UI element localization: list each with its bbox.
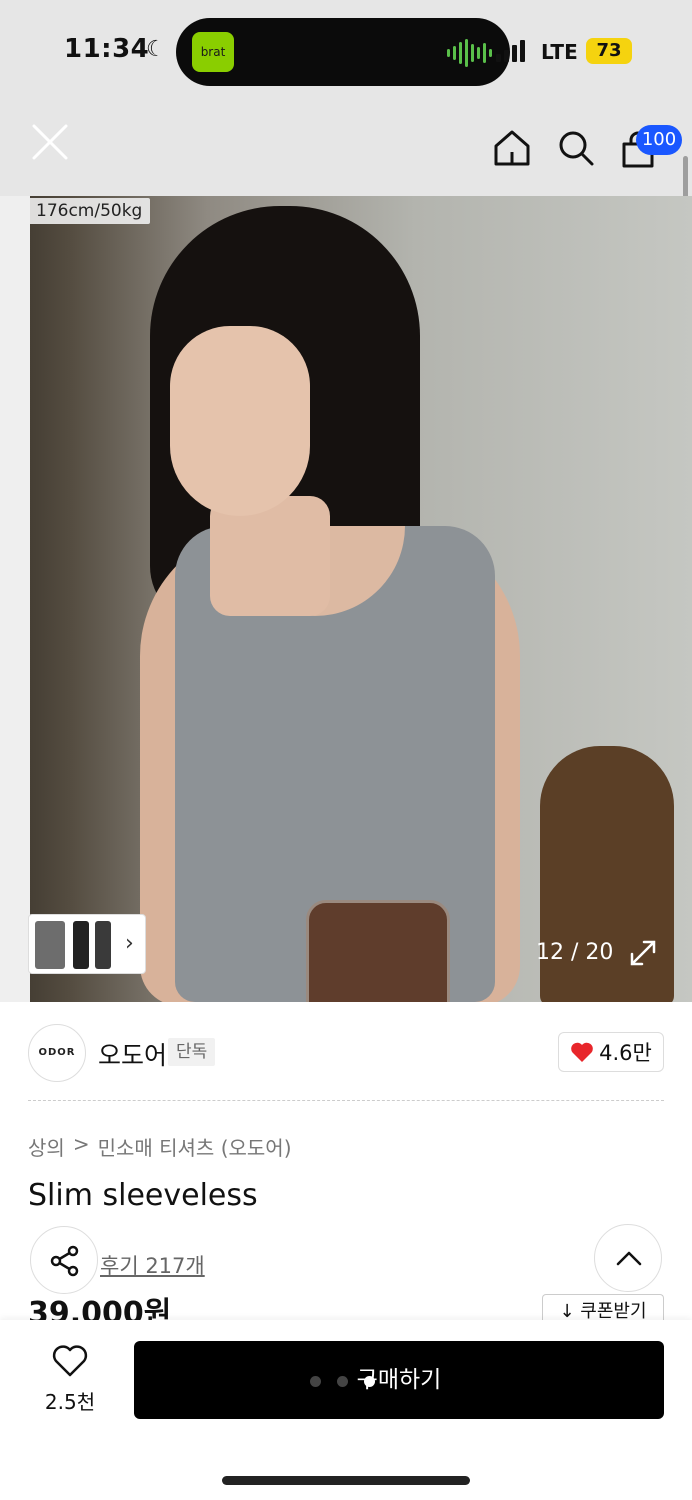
- chevron-right-icon[interactable]: ›: [125, 931, 134, 956]
- loading-dot: [364, 1376, 375, 1387]
- breadcrumb-separator: >: [72, 1132, 90, 1156]
- share-button[interactable]: [30, 1226, 98, 1294]
- search-icon[interactable]: [556, 128, 596, 168]
- product-title: Slim sleeveless: [28, 1178, 258, 1213]
- brand-like-button[interactable]: 4.6만: [558, 1032, 664, 1072]
- home-indicator[interactable]: [222, 1476, 470, 1485]
- thumbnail[interactable]: [35, 921, 65, 969]
- now-playing-app-icon: brat: [192, 32, 234, 72]
- cellular-signal-icon: [496, 40, 525, 62]
- review-link[interactable]: 후기 217개: [100, 1250, 205, 1280]
- brand-name[interactable]: 오도어: [98, 1036, 167, 1072]
- thumbnail[interactable]: [73, 921, 89, 969]
- top-navigation: 100: [0, 100, 692, 196]
- wishlist-count: 2.5천: [44, 1390, 96, 1414]
- loading-indicator: [310, 1376, 375, 1387]
- close-icon[interactable]: [30, 122, 70, 162]
- moon-icon: ☾: [146, 37, 166, 62]
- model-size-tag: 176cm/50kg: [28, 198, 151, 224]
- scroll-top-button[interactable]: [594, 1224, 662, 1292]
- product-price: 39,000원: [28, 1296, 172, 1320]
- dynamic-island[interactable]: brat: [176, 18, 510, 86]
- exclusive-badge: 단독: [168, 1038, 216, 1066]
- status-time: 11:34: [64, 34, 150, 64]
- audio-waveform-icon: [447, 38, 492, 68]
- loading-dot: [337, 1376, 348, 1387]
- image-counter: 12 / 20: [536, 940, 614, 965]
- home-icon[interactable]: [492, 128, 532, 168]
- chevron-up-icon: [616, 1251, 642, 1266]
- heart-outline-icon[interactable]: [52, 1344, 88, 1378]
- status-bar: 11:34 ☾ brat LTE 73: [0, 0, 692, 100]
- buy-button[interactable]: 구매하기: [134, 1341, 664, 1419]
- thumbnail[interactable]: [95, 921, 111, 969]
- battery-indicator: 73: [586, 38, 632, 64]
- brand-like-count: 4.6만: [599, 1041, 652, 1065]
- divider: [28, 1100, 664, 1101]
- heart-icon: [571, 1042, 593, 1062]
- share-icon: [50, 1245, 79, 1277]
- brand-logo[interactable]: ODOR: [28, 1024, 86, 1082]
- breadcrumb: 상의 > 민소매 티셔츠 (오도어): [28, 1132, 292, 1161]
- breadcrumb-subcategory[interactable]: 민소매 티셔츠 (오도어): [98, 1132, 292, 1161]
- product-image[interactable]: [0, 196, 692, 1002]
- breadcrumb-category[interactable]: 상의: [28, 1132, 65, 1161]
- network-type: LTE: [541, 40, 578, 64]
- loading-dot: [310, 1376, 321, 1387]
- cart-count-badge: 100: [636, 125, 682, 155]
- expand-icon[interactable]: [628, 938, 658, 968]
- thumbnail-strip[interactable]: ›: [28, 914, 146, 974]
